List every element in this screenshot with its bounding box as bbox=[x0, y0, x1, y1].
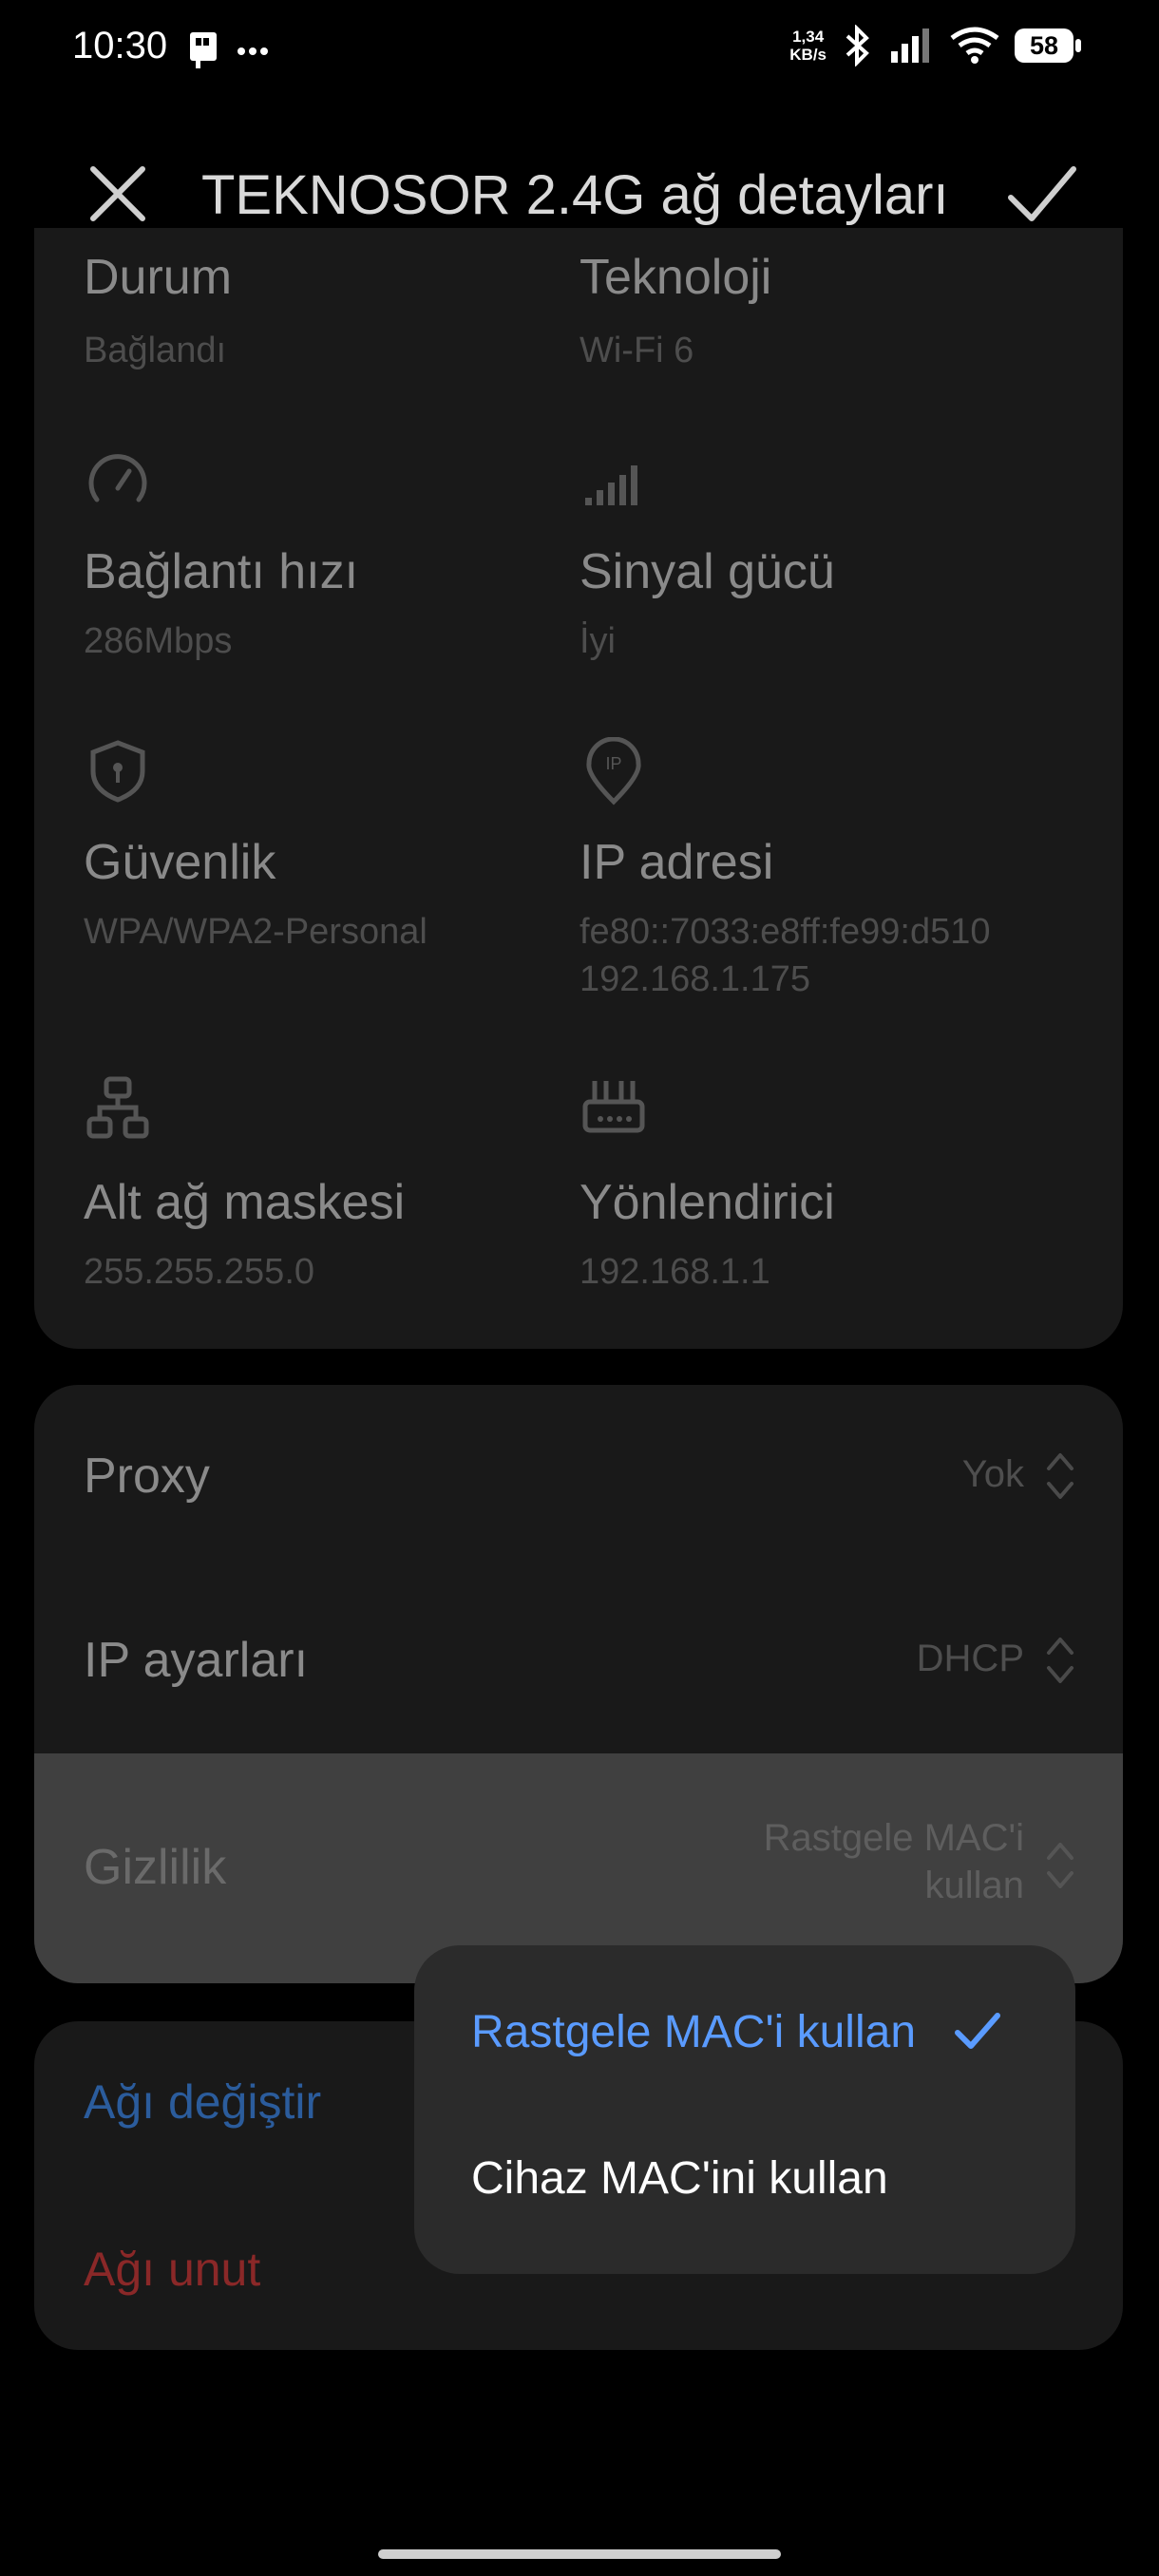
option-random-mac[interactable]: Rastgele MAC'i kullan bbox=[414, 1987, 1075, 2082]
home-indicator[interactable] bbox=[378, 2549, 781, 2559]
forget-network-button[interactable]: Ağı unut bbox=[84, 2242, 260, 2297]
security-value: WPA/WPA2-Personal bbox=[84, 912, 428, 952]
router-label: Yönlendirici bbox=[580, 1175, 835, 1230]
option-device-mac[interactable]: Cihaz MAC'ini kullan bbox=[414, 2133, 1075, 2228]
technology-value: Wi-Fi 6 bbox=[580, 331, 694, 370]
proxy-value: Yok bbox=[961, 1453, 1024, 1495]
option-random-mac-label: Rastgele MAC'i kullan bbox=[471, 2007, 917, 2057]
status-value: Bağlandı bbox=[84, 331, 227, 370]
status-time: 10:30 bbox=[72, 25, 168, 66]
page-title: TEKNOSOR 2.4G ağ detayları bbox=[201, 164, 949, 226]
net-speed-unit: KB/s bbox=[789, 46, 826, 64]
security-label: Güvenlik bbox=[84, 835, 276, 890]
privacy-options-popup: Rastgele MAC'i kullan Cihaz MAC'ini kull… bbox=[414, 1945, 1075, 2274]
ip-settings-label: IP ayarları bbox=[84, 1633, 309, 1688]
subnet-mask-label: Alt ağ maskesi bbox=[84, 1175, 406, 1230]
net-speed: 1,34 KB/s bbox=[789, 28, 826, 64]
more-dots-icon bbox=[238, 47, 268, 55]
link-speed-label: Bağlantı hızı bbox=[84, 544, 359, 599]
ip-address-v4: 192.168.1.175 bbox=[580, 959, 811, 999]
signal-strength-label: Sinyal gücü bbox=[580, 544, 835, 599]
check-icon bbox=[1008, 166, 1076, 221]
signal-bars-icon bbox=[585, 465, 637, 505]
change-network-button[interactable]: Ağı değiştir bbox=[84, 2074, 321, 2130]
ip-settings-value: DHCP bbox=[916, 1638, 1024, 1679]
battery-icon: 58 bbox=[1015, 28, 1081, 63]
router-value: 192.168.1.1 bbox=[580, 1252, 770, 1292]
privacy-value: Rastgele MAC'i kullan bbox=[764, 1814, 1024, 1909]
ip-address-v6: fe80::7033:e8ff:fe99:d510 bbox=[580, 912, 991, 952]
sim-card-icon bbox=[190, 32, 217, 68]
ip-pin-icon: IP bbox=[586, 737, 641, 805]
status-label: Durum bbox=[84, 250, 233, 305]
privacy-value-line1: Rastgele MAC'i bbox=[763, 1817, 1024, 1859]
chevron-updown-icon bbox=[1047, 1453, 1074, 1499]
bluetooth-icon bbox=[846, 25, 869, 66]
close-icon bbox=[90, 166, 145, 221]
proxy-label: Proxy bbox=[84, 1449, 210, 1504]
option-device-mac-label: Cihaz MAC'ini kullan bbox=[471, 2153, 888, 2204]
close-button[interactable] bbox=[84, 160, 152, 228]
technology-label: Teknoloji bbox=[580, 250, 772, 305]
subnet-mask-value: 255.255.255.0 bbox=[84, 1252, 315, 1292]
selected-check-icon bbox=[955, 2013, 1000, 2049]
status-right-icons: 1,34 KB/s 58 bbox=[789, 25, 1081, 66]
router-icon bbox=[582, 1081, 645, 1133]
net-speed-value: 1,34 bbox=[792, 28, 825, 46]
battery-level: 58 bbox=[1029, 31, 1059, 60]
network-settings-card: Proxy Yok IP ayarları DHCP Gizlilik Rast… bbox=[34, 1385, 1123, 1983]
signal-icon bbox=[891, 28, 929, 63]
svg-text:IP: IP bbox=[605, 754, 621, 773]
chevron-updown-icon bbox=[1047, 1638, 1074, 1683]
shield-icon bbox=[90, 740, 145, 803]
speedometer-icon bbox=[88, 454, 147, 502]
link-speed-value: 286Mbps bbox=[84, 621, 233, 661]
status-left-icons bbox=[186, 28, 272, 75]
confirm-button[interactable] bbox=[1005, 160, 1079, 228]
wifi-icon bbox=[950, 27, 999, 64]
privacy-label: Gizlilik bbox=[84, 1840, 227, 1895]
chevron-updown-icon bbox=[1047, 1843, 1074, 1888]
network-info-card: Durum Bağlandı Teknoloji Wi-Fi 6 Bağlant… bbox=[34, 228, 1123, 1349]
signal-strength-value: İyi bbox=[580, 621, 616, 661]
network-icon bbox=[86, 1076, 149, 1139]
ip-address-label: IP adresi bbox=[580, 835, 774, 890]
privacy-value-line2: kullan bbox=[924, 1865, 1024, 1906]
